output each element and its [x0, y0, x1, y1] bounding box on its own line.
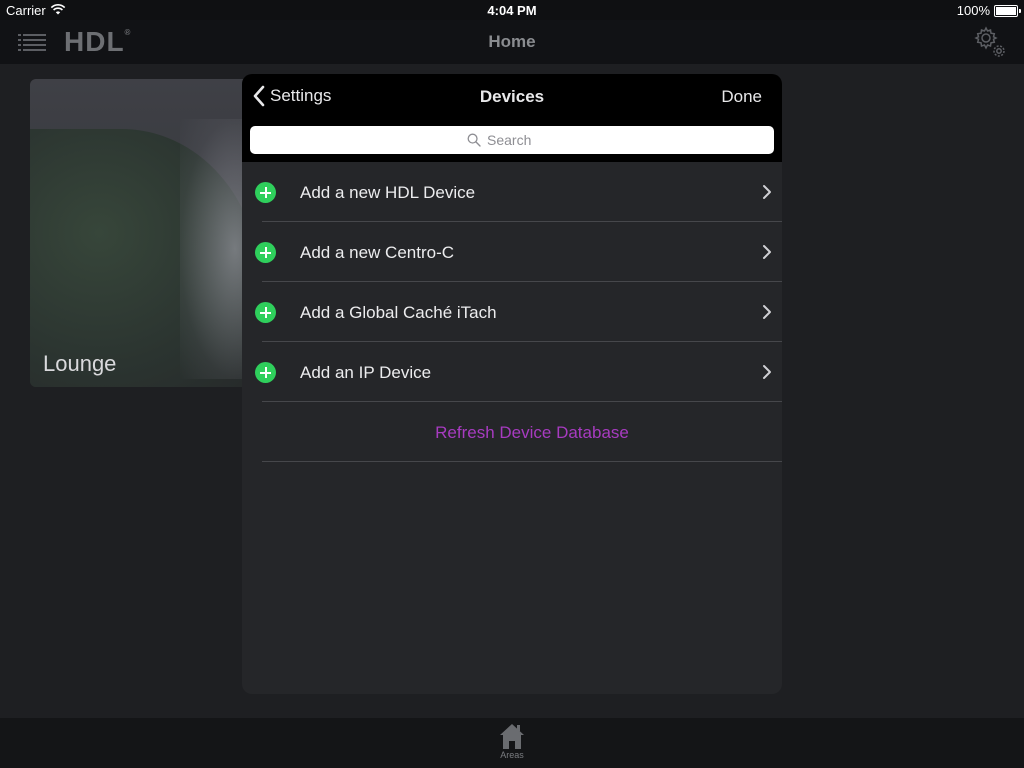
battery-percent: 100% [956, 3, 990, 18]
modal-title: Devices [479, 87, 545, 106]
search-icon [467, 133, 481, 147]
done-button[interactable]: Done [721, 87, 762, 107]
chevron-right-icon [763, 245, 771, 259]
tab-label: Areas [500, 750, 524, 760]
house-icon [500, 724, 524, 749]
add-circle-icon [255, 242, 276, 263]
add-circle-icon [255, 302, 276, 323]
chevron-right-icon [763, 365, 771, 379]
list-item-label: Add an IP Device [300, 363, 432, 382]
add-circle-icon [255, 182, 276, 203]
status-bar: Carrier 4:04 PM 100% [0, 0, 1024, 20]
add-circle-icon [255, 362, 276, 383]
list-item-add-centro-c[interactable]: Add a new Centro-C [242, 222, 782, 282]
search-bar[interactable] [250, 126, 774, 154]
area-card-label: Lounge [43, 351, 117, 376]
settings-gear-icon[interactable] [974, 26, 1006, 58]
nav-bar: HDL® Home [0, 20, 1024, 64]
list-item-add-hdl-device[interactable]: Add a new HDL Device [242, 162, 782, 222]
row-divider [262, 461, 782, 462]
list-item-add-ip-device[interactable]: Add an IP Device [242, 342, 782, 402]
clock-time: 4:04 PM [487, 3, 537, 18]
list-item-add-global-cache-itach[interactable]: Add a Global Caché iTach [242, 282, 782, 342]
battery-icon [994, 5, 1021, 17]
refresh-device-database-button[interactable]: Refresh Device Database [242, 402, 782, 462]
chevron-right-icon [763, 185, 771, 199]
refresh-button-label: Refresh Device Database [435, 423, 629, 442]
tab-bar: Areas [0, 718, 1024, 768]
devices-modal: Settings Devices Done Add a new HDL Devi… [242, 74, 782, 694]
device-options-list: Add a new HDL Device Add a new Centro-C … [242, 162, 782, 462]
list-item-label: Add a new HDL Device [300, 183, 476, 202]
list-item-label: Add a Global Caché iTach [300, 303, 497, 322]
chevron-right-icon [763, 305, 771, 319]
modal-header: Settings Devices Done [242, 74, 782, 162]
tab-areas[interactable]: Areas [490, 720, 534, 766]
page-title: Home [488, 32, 536, 51]
search-input[interactable] [487, 132, 557, 148]
list-item-label: Add a new Centro-C [300, 243, 455, 262]
